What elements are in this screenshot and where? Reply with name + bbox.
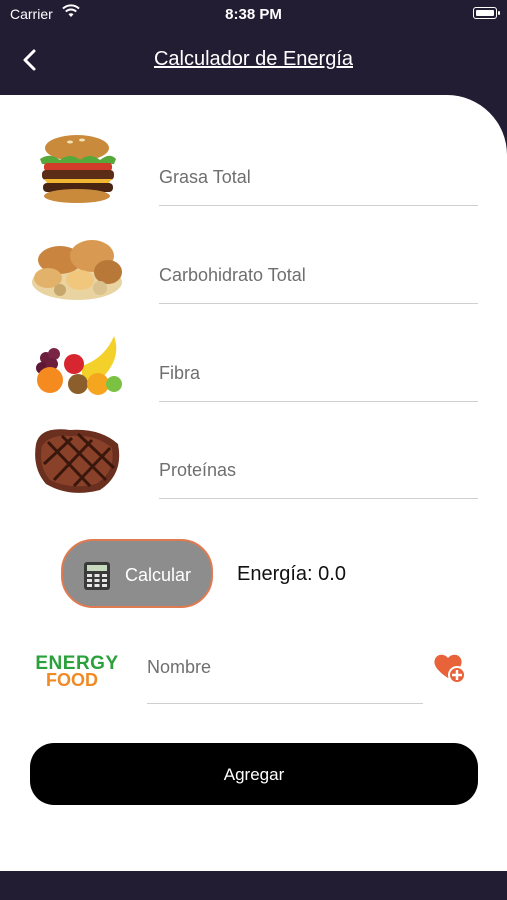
nombre-placeholder: Nombre bbox=[147, 657, 212, 677]
bread-image bbox=[32, 240, 122, 300]
calcular-label: Calcular bbox=[125, 565, 192, 585]
fibra-input[interactable]: Fibra bbox=[159, 349, 478, 402]
proteinas-input[interactable]: Proteínas bbox=[159, 446, 478, 499]
fibra-placeholder: Fibra bbox=[159, 363, 201, 383]
heart-plus-icon[interactable] bbox=[432, 650, 468, 686]
nombre-input[interactable]: Nombre bbox=[147, 645, 423, 704]
burger-image bbox=[40, 135, 116, 203]
bottom-bar bbox=[0, 871, 507, 900]
proteinas-placeholder: Proteínas bbox=[159, 460, 237, 480]
fruits-image bbox=[36, 336, 122, 395]
agregar-button[interactable]: Agregar bbox=[30, 743, 478, 805]
agregar-label: Agregar bbox=[223, 765, 285, 784]
status-bar: Carrier 8:38 PM bbox=[0, 0, 507, 30]
status-time: 8:38 PM bbox=[225, 6, 282, 23]
energy-food-logo: ENERGY FOOD bbox=[32, 653, 122, 695]
carbohidrato-total-input[interactable]: Carbohidrato Total bbox=[159, 251, 478, 304]
calculator-icon bbox=[84, 562, 110, 590]
grasa-total-placeholder: Grasa Total bbox=[159, 167, 251, 187]
page-title: Calculador de Energía bbox=[153, 48, 353, 70]
energy-result: Energía: 0.0 bbox=[237, 563, 346, 585]
grasa-total-input[interactable]: Grasa Total bbox=[159, 153, 478, 206]
battery-icon bbox=[473, 7, 500, 19]
carbohidrato-total-placeholder: Carbohidrato Total bbox=[159, 265, 306, 285]
steak-image bbox=[35, 429, 120, 493]
nav-header: Calculador de Energía bbox=[0, 40, 507, 80]
logo-line-2: FOOD bbox=[46, 670, 98, 690]
calcular-button[interactable]: Calcular bbox=[61, 539, 213, 608]
